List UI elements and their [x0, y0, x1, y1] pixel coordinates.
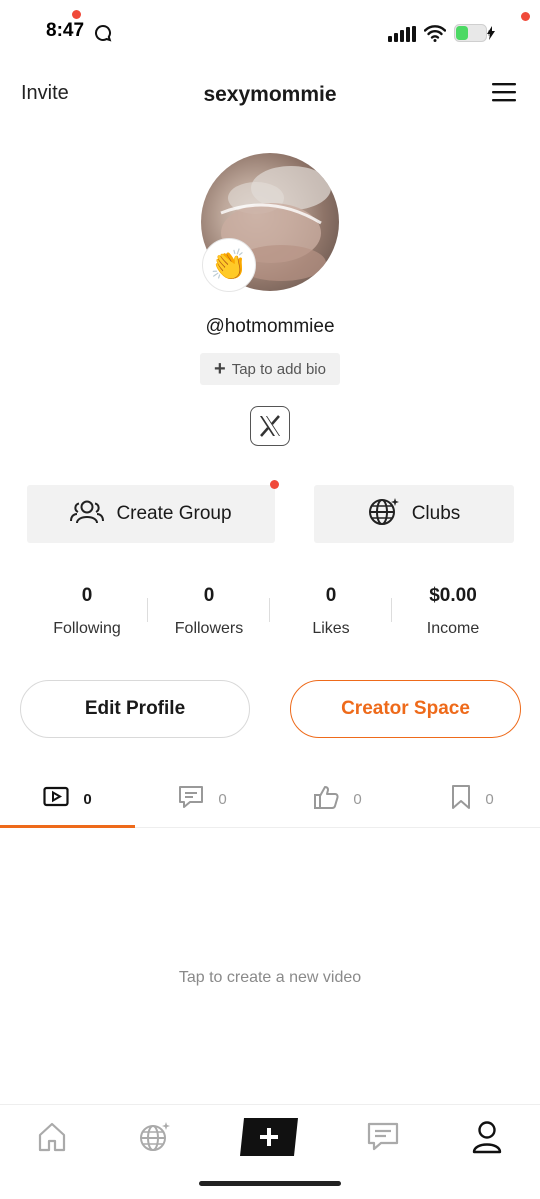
content-tabs: 0 0 0 0: [0, 772, 540, 828]
profile-header: Invite sexymommie: [0, 70, 540, 122]
tab-count: 0: [83, 791, 92, 808]
page-title: sexymommie: [203, 83, 337, 106]
comment-icon: [178, 785, 204, 814]
clapping-hands-badge[interactable]: 👏: [202, 238, 256, 292]
create-group-notification-dot: [270, 480, 279, 489]
clubs-button[interactable]: Clubs: [314, 485, 514, 543]
stat-value: $0.00: [429, 585, 477, 606]
stat-income[interactable]: $0.00 Income: [392, 582, 514, 642]
active-tab-indicator: [0, 825, 135, 828]
create-post-button[interactable]: [238, 1117, 300, 1157]
stat-label: Likes: [312, 620, 350, 637]
battery-charging-icon: [454, 24, 496, 47]
tab-likes[interactable]: 0: [270, 772, 405, 827]
globe-icon: [368, 497, 400, 532]
stat-value: 0: [81, 585, 93, 606]
tab-videos[interactable]: 0: [0, 772, 135, 828]
edit-profile-button[interactable]: Edit Profile: [20, 680, 250, 738]
create-video-prompt[interactable]: Tap to create a new video: [0, 969, 540, 987]
tab-count: 0: [218, 791, 227, 808]
profile-stats: 0 Following 0 Followers 0 Likes $0.00 In…: [26, 582, 514, 642]
stat-followers[interactable]: 0 Followers: [148, 582, 270, 642]
stat-label: Followers: [174, 620, 244, 637]
user-handle: @hotmommiee: [205, 316, 335, 337]
stat-label: Income: [426, 620, 480, 637]
add-bio-button[interactable]: + Tap to add bio: [200, 353, 340, 385]
profile-icon[interactable]: [469, 1119, 505, 1155]
menu-notification-dot: [521, 12, 530, 21]
tab-count: 0: [353, 791, 362, 808]
stat-value: 0: [203, 585, 215, 606]
thumbs-up-icon: [313, 784, 339, 815]
stat-value: 0: [325, 585, 337, 606]
creator-space-button[interactable]: Creator Space: [290, 680, 521, 738]
create-group-label: Create Group: [116, 503, 232, 524]
tab-bookmarks[interactable]: 0: [405, 772, 540, 827]
messages-icon[interactable]: [365, 1119, 401, 1155]
hamburger-menu-icon[interactable]: [490, 80, 524, 110]
add-bio-label: Tap to add bio: [231, 360, 326, 378]
tab-comments[interactable]: 0: [135, 772, 270, 827]
cellular-signal-icon: [388, 26, 418, 47]
plus-icon: +: [214, 357, 226, 380]
status-bar: 8:47: [0, 0, 540, 64]
wifi-icon: [423, 24, 447, 47]
stat-label: Following: [53, 620, 121, 637]
bookmark-icon: [451, 784, 471, 815]
home-indicator: [199, 1181, 341, 1186]
invite-notification-dot: [72, 10, 81, 19]
explore-globe-icon[interactable]: [137, 1119, 173, 1155]
tab-count: 0: [485, 791, 494, 808]
stat-following[interactable]: 0 Following: [26, 582, 148, 642]
x-logo-icon[interactable]: [250, 406, 290, 446]
stat-likes[interactable]: 0 Likes: [270, 582, 392, 642]
video-icon: [43, 786, 69, 813]
home-icon[interactable]: [34, 1119, 70, 1155]
create-group-button[interactable]: Create Group: [27, 485, 275, 543]
group-icon: [70, 499, 105, 530]
clubs-label: Clubs: [411, 503, 461, 524]
chat-bubble-icon: [94, 24, 112, 47]
status-time: 8:47: [46, 20, 85, 41]
